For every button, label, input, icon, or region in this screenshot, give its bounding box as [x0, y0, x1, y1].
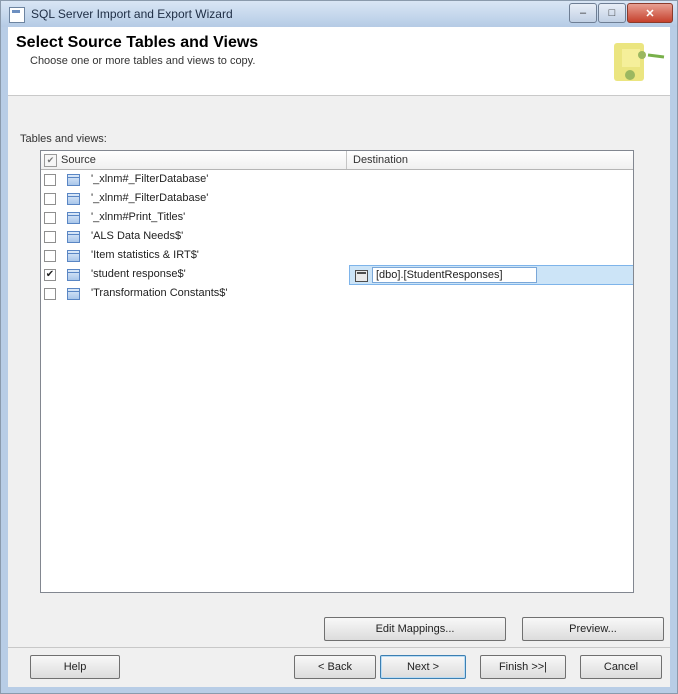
window-controls: – □ ✕	[568, 3, 673, 23]
minimize-button[interactable]: –	[569, 3, 597, 23]
wizard-window: SQL Server Import and Export Wizard – □ …	[0, 0, 678, 694]
button-separator	[8, 647, 670, 648]
title-bar[interactable]: SQL Server Import and Export Wizard – □ …	[1, 1, 677, 27]
source-name: '_xlnm#_FilterDatabase'	[91, 173, 209, 185]
table-row[interactable]: '_xlnm#Print_Titles'	[41, 208, 633, 227]
table-icon	[67, 269, 80, 281]
table-icon	[67, 288, 80, 300]
table-icon	[67, 231, 80, 243]
next-button[interactable]: Next >	[380, 655, 466, 679]
source-name: '_xlnm#_FilterDatabase'	[91, 192, 209, 204]
cancel-button[interactable]: Cancel	[580, 655, 662, 679]
edit-mappings-button[interactable]: Edit Mappings...	[324, 617, 506, 641]
destination-column-header[interactable]: Destination	[353, 154, 408, 166]
source-name: 'ALS Data Needs$'	[91, 230, 184, 242]
tables-and-views-label: Tables and views:	[20, 133, 107, 145]
preview-button[interactable]: Preview...	[522, 617, 664, 641]
table-row[interactable]: '_xlnm#_FilterDatabase'	[41, 170, 633, 189]
wizard-banner-icon	[614, 43, 665, 81]
row-checkbox[interactable]	[44, 231, 56, 243]
wizard-client-area: Select Source Tables and Views Choose on…	[8, 27, 670, 687]
app-icon	[9, 7, 25, 23]
row-checkbox[interactable]	[44, 250, 56, 262]
source-name: 'Item statistics & IRT$'	[91, 249, 199, 261]
page-title: Select Source Tables and Views	[16, 34, 259, 51]
destination-input[interactable]: [dbo].[StudentResponses]	[372, 267, 537, 283]
destination-table-icon	[355, 270, 368, 282]
row-checkbox[interactable]	[44, 212, 56, 224]
grid-header: ✔ Source Destination	[41, 151, 633, 170]
wizard-header: Select Source Tables and Views Choose on…	[8, 27, 670, 96]
window-title: SQL Server Import and Export Wizard	[31, 7, 233, 21]
row-checkbox[interactable]	[44, 288, 56, 300]
source-name: 'Transformation Constants$'	[91, 287, 228, 299]
source-name: 'student response$'	[91, 268, 186, 280]
table-row[interactable]: 'Item statistics & IRT$'	[41, 246, 633, 265]
table-row-selected[interactable]: ✔ 'student response$' [dbo].[StudentResp…	[41, 265, 633, 285]
maximize-button[interactable]: □	[598, 3, 626, 23]
back-button[interactable]: < Back	[294, 655, 376, 679]
source-name: '_xlnm#Print_Titles'	[91, 211, 186, 223]
table-icon	[67, 174, 80, 186]
tables-grid[interactable]: ✔ Source Destination '_xlnm#_FilterDatab…	[40, 150, 634, 593]
table-icon	[67, 193, 80, 205]
table-icon	[67, 212, 80, 224]
page-subtitle: Choose one or more tables and views to c…	[30, 55, 256, 67]
column-divider[interactable]	[346, 151, 347, 169]
table-row[interactable]: '_xlnm#_FilterDatabase'	[41, 189, 633, 208]
table-row[interactable]: 'Transformation Constants$'	[41, 284, 633, 303]
source-column-header[interactable]: Source	[61, 154, 96, 166]
finish-button[interactable]: Finish >>|	[480, 655, 566, 679]
table-icon	[67, 250, 80, 262]
close-button[interactable]: ✕	[627, 3, 673, 23]
row-checkbox[interactable]	[44, 174, 56, 186]
row-checkbox[interactable]	[44, 193, 56, 205]
table-row[interactable]: 'ALS Data Needs$'	[41, 227, 633, 246]
destination-cell[interactable]: [dbo].[StudentResponses]	[349, 265, 633, 285]
row-checkbox-checked[interactable]: ✔	[44, 269, 56, 281]
select-all-checkbox[interactable]: ✔	[44, 154, 57, 167]
help-button[interactable]: Help	[30, 655, 120, 679]
